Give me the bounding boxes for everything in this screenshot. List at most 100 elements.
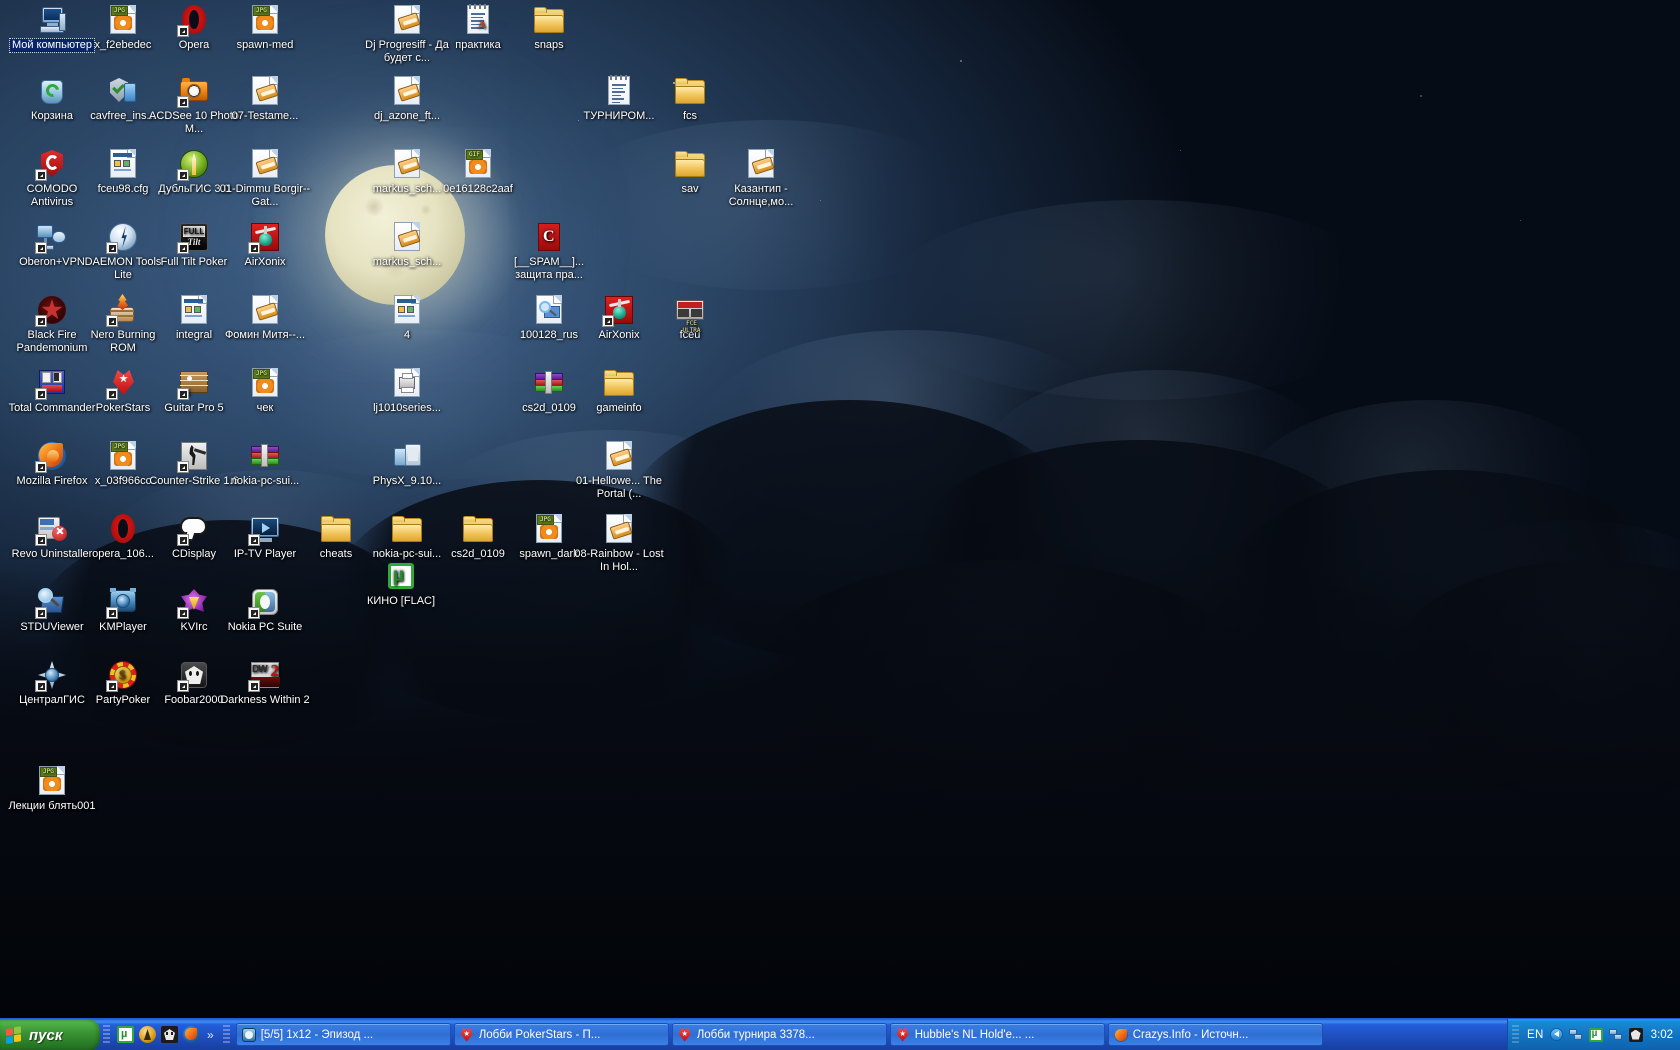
taskbar-task-button[interactable]: Crazys.Info - Источн... — [1108, 1023, 1323, 1046]
jpg-doc-icon: JPG — [533, 513, 565, 545]
desktop-icon-label: fcs — [644, 110, 736, 123]
taskbar-task-button[interactable]: [5/5] 1x12 - Эпизод ... — [236, 1023, 451, 1046]
folder-icon — [391, 513, 423, 545]
quicklaunch-comodo-icon[interactable] — [139, 1026, 156, 1043]
desktop-icon[interactable]: JPGЛекции блять001 — [6, 765, 98, 813]
desktop-icon[interactable]: snaps — [503, 4, 595, 52]
shortcut-arrow-icon — [177, 534, 189, 546]
desktop-icon[interactable]: PhysX_9.10... — [361, 440, 453, 488]
desktop-icon[interactable]: lj1010series... — [361, 367, 453, 415]
opera-icon — [178, 4, 210, 36]
music-doc-icon — [603, 440, 635, 472]
quicklaunch-utorrent-icon[interactable]: µ — [117, 1026, 134, 1043]
desktop-icon[interactable]: 01-Dimmu Borgir--Gat... — [219, 148, 311, 208]
desktop-icon-label: 0e16128c2aaf — [432, 183, 524, 196]
desktop-icon[interactable]: µКИНО [FLAC] — [355, 560, 447, 608]
tray-clock[interactable]: 3:02 — [1651, 1029, 1673, 1041]
desktop-icon-label: 07-Testame... — [219, 110, 311, 123]
taskbar-task-label: Лобби PokerStars - П... — [479, 1029, 601, 1041]
desktop-icon-label: Darkness Within 2 — [219, 694, 311, 707]
winrar-icon — [533, 367, 565, 399]
tasks-grip[interactable] — [223, 1025, 230, 1045]
nero-icon — [107, 294, 139, 326]
taskbar-task-label: Лобби турнира 3378... — [697, 1029, 815, 1041]
desktop-icon[interactable]: markus_sch... — [361, 221, 453, 269]
music-doc-icon — [249, 75, 281, 107]
recycle-bin-icon — [36, 75, 68, 107]
search-doc-icon — [533, 294, 565, 326]
shortcut-arrow-icon — [602, 315, 614, 327]
taskbar-task-label: [5/5] 1x12 - Эпизод ... — [261, 1029, 373, 1041]
desktop-icon[interactable]: AirXonix — [219, 221, 311, 269]
jpg-doc-icon: JPG — [36, 765, 68, 797]
desktop-icon[interactable]: JPGчек — [219, 367, 311, 415]
firefox-icon — [36, 440, 68, 472]
partypoker-icon: $ — [107, 659, 139, 691]
notepad-doc-icon — [603, 75, 635, 107]
quicklaunch-more-icon[interactable]: » — [205, 1028, 216, 1042]
desktop-icon[interactable]: 08-Rainbow - Lost In Hol... — [573, 513, 665, 573]
tray-grip[interactable] — [1512, 1025, 1519, 1045]
shortcut-arrow-icon — [177, 388, 189, 400]
shortcut-arrow-icon — [35, 169, 47, 181]
desktop-icon[interactable]: Nokia PC Suite — [219, 586, 311, 634]
desktop-icon[interactable]: FCE ULTRAfceu — [644, 294, 736, 342]
desktop-icon[interactable]: gameinfo — [573, 367, 665, 415]
taskbar-task-button[interactable]: Лобби турнира 3378... — [672, 1023, 887, 1046]
music-doc-icon — [603, 513, 635, 545]
shortcut-arrow-icon — [177, 25, 189, 37]
shortcut-arrow-icon — [177, 680, 189, 692]
desktop-icon-grid: Мой компьютерJPGx_f2ebedec OperaJPGspawn… — [0, 0, 1680, 1018]
desktop-icon[interactable]: C[__SPAM__]... защита пра... — [503, 221, 595, 281]
jpg-doc-icon: JPG — [107, 4, 139, 36]
total-commander-icon — [36, 367, 68, 399]
shortcut-arrow-icon — [106, 680, 118, 692]
desktop-icon-label: PhysX_9.10... — [361, 475, 453, 488]
taskbar-task-button[interactable]: Лобби PokerStars - П... — [454, 1023, 669, 1046]
quicklaunch-foobar-icon[interactable] — [161, 1026, 178, 1043]
desktop-icon-label: nokia-pc-sui... — [219, 475, 311, 488]
desktop-icon[interactable]: dj_azone_ft... — [361, 75, 453, 123]
jpg-doc-icon: JPG — [249, 4, 281, 36]
folder-icon — [533, 4, 565, 36]
taskbar-task-label: Hubble's NL Hold'e... ... — [915, 1029, 1035, 1041]
desktop-icon[interactable]: Казантип - Солнце,мо... — [715, 148, 807, 208]
shortcut-arrow-icon — [35, 315, 47, 327]
desktop-icon[interactable]: 07-Testame... — [219, 75, 311, 123]
shortcut-arrow-icon — [106, 607, 118, 619]
music-doc-icon — [745, 148, 777, 180]
desktop-icon[interactable]: DW 2 Darkness Within 2 — [219, 659, 311, 707]
tray-foobar-icon[interactable] — [1629, 1028, 1643, 1042]
kmplayer-icon — [107, 586, 139, 618]
desktop-icon[interactable]: nokia-pc-sui... — [219, 440, 311, 488]
tray-language-indicator[interactable]: EN — [1527, 1029, 1544, 1041]
network-icon[interactable] — [1609, 1028, 1623, 1042]
quicklaunch-grip[interactable] — [103, 1025, 110, 1045]
start-button[interactable]: пуск — [0, 1019, 100, 1050]
pokerstars-icon — [460, 1028, 474, 1042]
desktop-icon[interactable]: JPGspawn-med — [219, 4, 311, 52]
quicklaunch-firefox-icon[interactable] — [183, 1026, 200, 1043]
desktop-icon-label: 01-Dimmu Borgir--Gat... — [219, 183, 311, 208]
desktop-icon-label: dj_azone_ft... — [361, 110, 453, 123]
desktop-icon[interactable]: Фомин Митя--... — [219, 294, 311, 342]
taskbar-task-button[interactable]: Hubble's NL Hold'e... ... — [890, 1023, 1105, 1046]
tray-utorrent-icon[interactable]: µ — [1589, 1028, 1603, 1042]
shortcut-arrow-icon — [35, 607, 47, 619]
winrar-icon — [249, 440, 281, 472]
pokerstars-icon — [678, 1028, 692, 1042]
shortcut-arrow-icon — [106, 242, 118, 254]
chevron-left-icon[interactable] — [1550, 1028, 1563, 1041]
stduviewer-icon — [36, 586, 68, 618]
desktop-icon[interactable]: 4 — [361, 294, 453, 342]
network-icon[interactable] — [1569, 1028, 1583, 1042]
folder-icon — [462, 513, 494, 545]
desktop-icon-label: 01-Hellowe... The Portal (... — [573, 475, 665, 500]
desktop-icon[interactable]: 01-Hellowe... The Portal (... — [573, 440, 665, 500]
desktop-icon[interactable]: GIF0e16128c2aaf — [432, 148, 524, 196]
shortcut-arrow-icon — [177, 607, 189, 619]
desktop-icon[interactable]: fcs — [644, 75, 736, 123]
desktop-icon-label: gameinfo — [573, 402, 665, 415]
jpg-doc-icon: JPG — [107, 440, 139, 472]
shortcut-arrow-icon — [35, 388, 47, 400]
